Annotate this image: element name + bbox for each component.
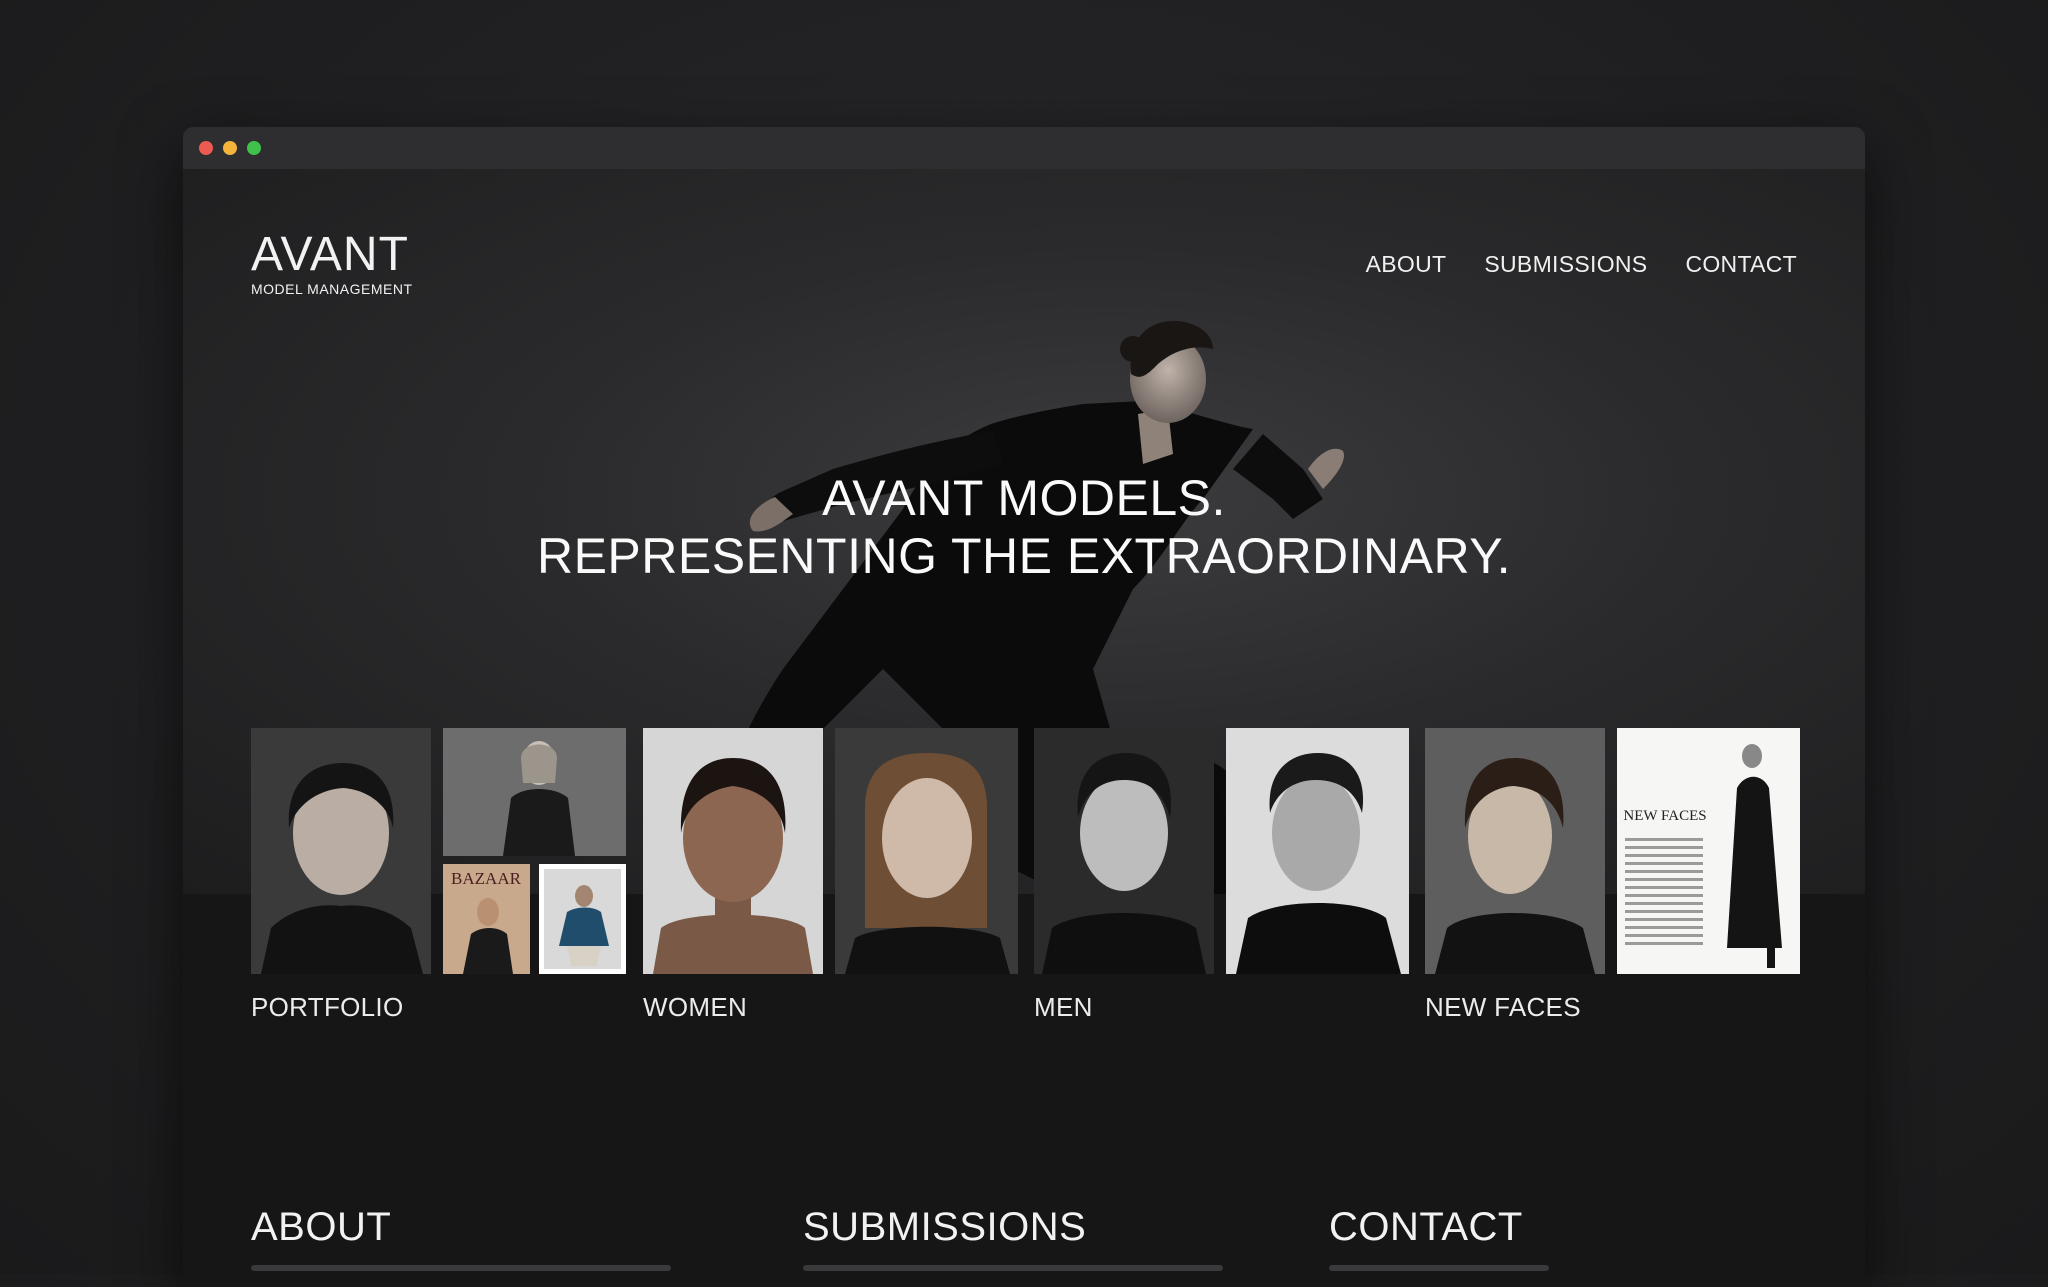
main-nav: ABOUT SUBMISSIONS CONTACT [1366, 251, 1797, 278]
women-images [643, 728, 1018, 974]
category-label-portfolio: PORTFOLIO [251, 992, 404, 1022]
title-bar [183, 127, 1865, 169]
category-label-men: MEN [1034, 992, 1093, 1022]
nav-about[interactable]: ABOUT [1366, 251, 1447, 278]
logo-tagline: MODEL MANAGEMENT [251, 281, 413, 297]
browser-window: AVANT MODEL MANAGEMENT ABOUT SUBMISSIONS… [183, 127, 1865, 1287]
contact-text-preview [1329, 1265, 1549, 1271]
close-window-button[interactable] [199, 141, 213, 155]
men-image-1 [1034, 728, 1214, 974]
minimize-window-button[interactable] [223, 141, 237, 155]
portfolio-image-framed-photo [539, 864, 626, 974]
hero-headline-line2: REPRESENTING THE EXTRAORDINARY. [536, 528, 1512, 584]
submissions-text-preview [803, 1265, 1223, 1271]
bazaar-masthead: BAZAAR [451, 869, 522, 888]
category-new-faces[interactable]: NEW FACES NEW FACES [1425, 728, 1800, 1022]
category-label-new-faces: NEW FACES [1425, 992, 1581, 1022]
women-image-1 [643, 728, 823, 974]
about-text-preview [251, 1265, 671, 1271]
portfolio-image-asian-model [251, 728, 431, 974]
hero-headline: AVANT MODELS. REPRESENTING THE EXTRAORDI… [183, 469, 1865, 585]
site-logo[interactable]: AVANT MODEL MANAGEMENT [251, 228, 413, 298]
nav-contact[interactable]: CONTACT [1685, 251, 1797, 278]
hero-headline-line1: AVANT MODELS. [822, 470, 1226, 526]
new-faces-image-1 [1425, 728, 1605, 974]
maximize-window-button[interactable] [247, 141, 261, 155]
magazine-title: NEW FACES [1623, 808, 1706, 824]
men-image-2 [1226, 728, 1409, 974]
men-images [1034, 728, 1409, 974]
logo-wordmark: AVANT [251, 228, 409, 281]
new-faces-magazine-spread: NEW FACES [1617, 728, 1800, 974]
portfolio-image-bazaar-cover: BAZAAR [443, 864, 530, 974]
category-label-women: WOMEN [643, 992, 748, 1022]
section-title-submissions: SUBMISSIONS [803, 1205, 1087, 1249]
women-image-2 [835, 728, 1018, 974]
portfolio-images: BAZAAR [251, 728, 626, 974]
category-men[interactable]: MEN [1034, 728, 1409, 1022]
category-portfolio[interactable]: BAZAAR PORTFOLIO [251, 728, 626, 1022]
new-faces-images: NEW FACES [1425, 728, 1800, 974]
nav-submissions[interactable]: SUBMISSIONS [1484, 251, 1647, 278]
category-women[interactable]: WOMEN [643, 728, 1018, 1022]
section-title-about: ABOUT [251, 1205, 392, 1249]
portfolio-image-blonde-model [443, 728, 626, 856]
section-title-contact: CONTACT [1329, 1205, 1523, 1249]
